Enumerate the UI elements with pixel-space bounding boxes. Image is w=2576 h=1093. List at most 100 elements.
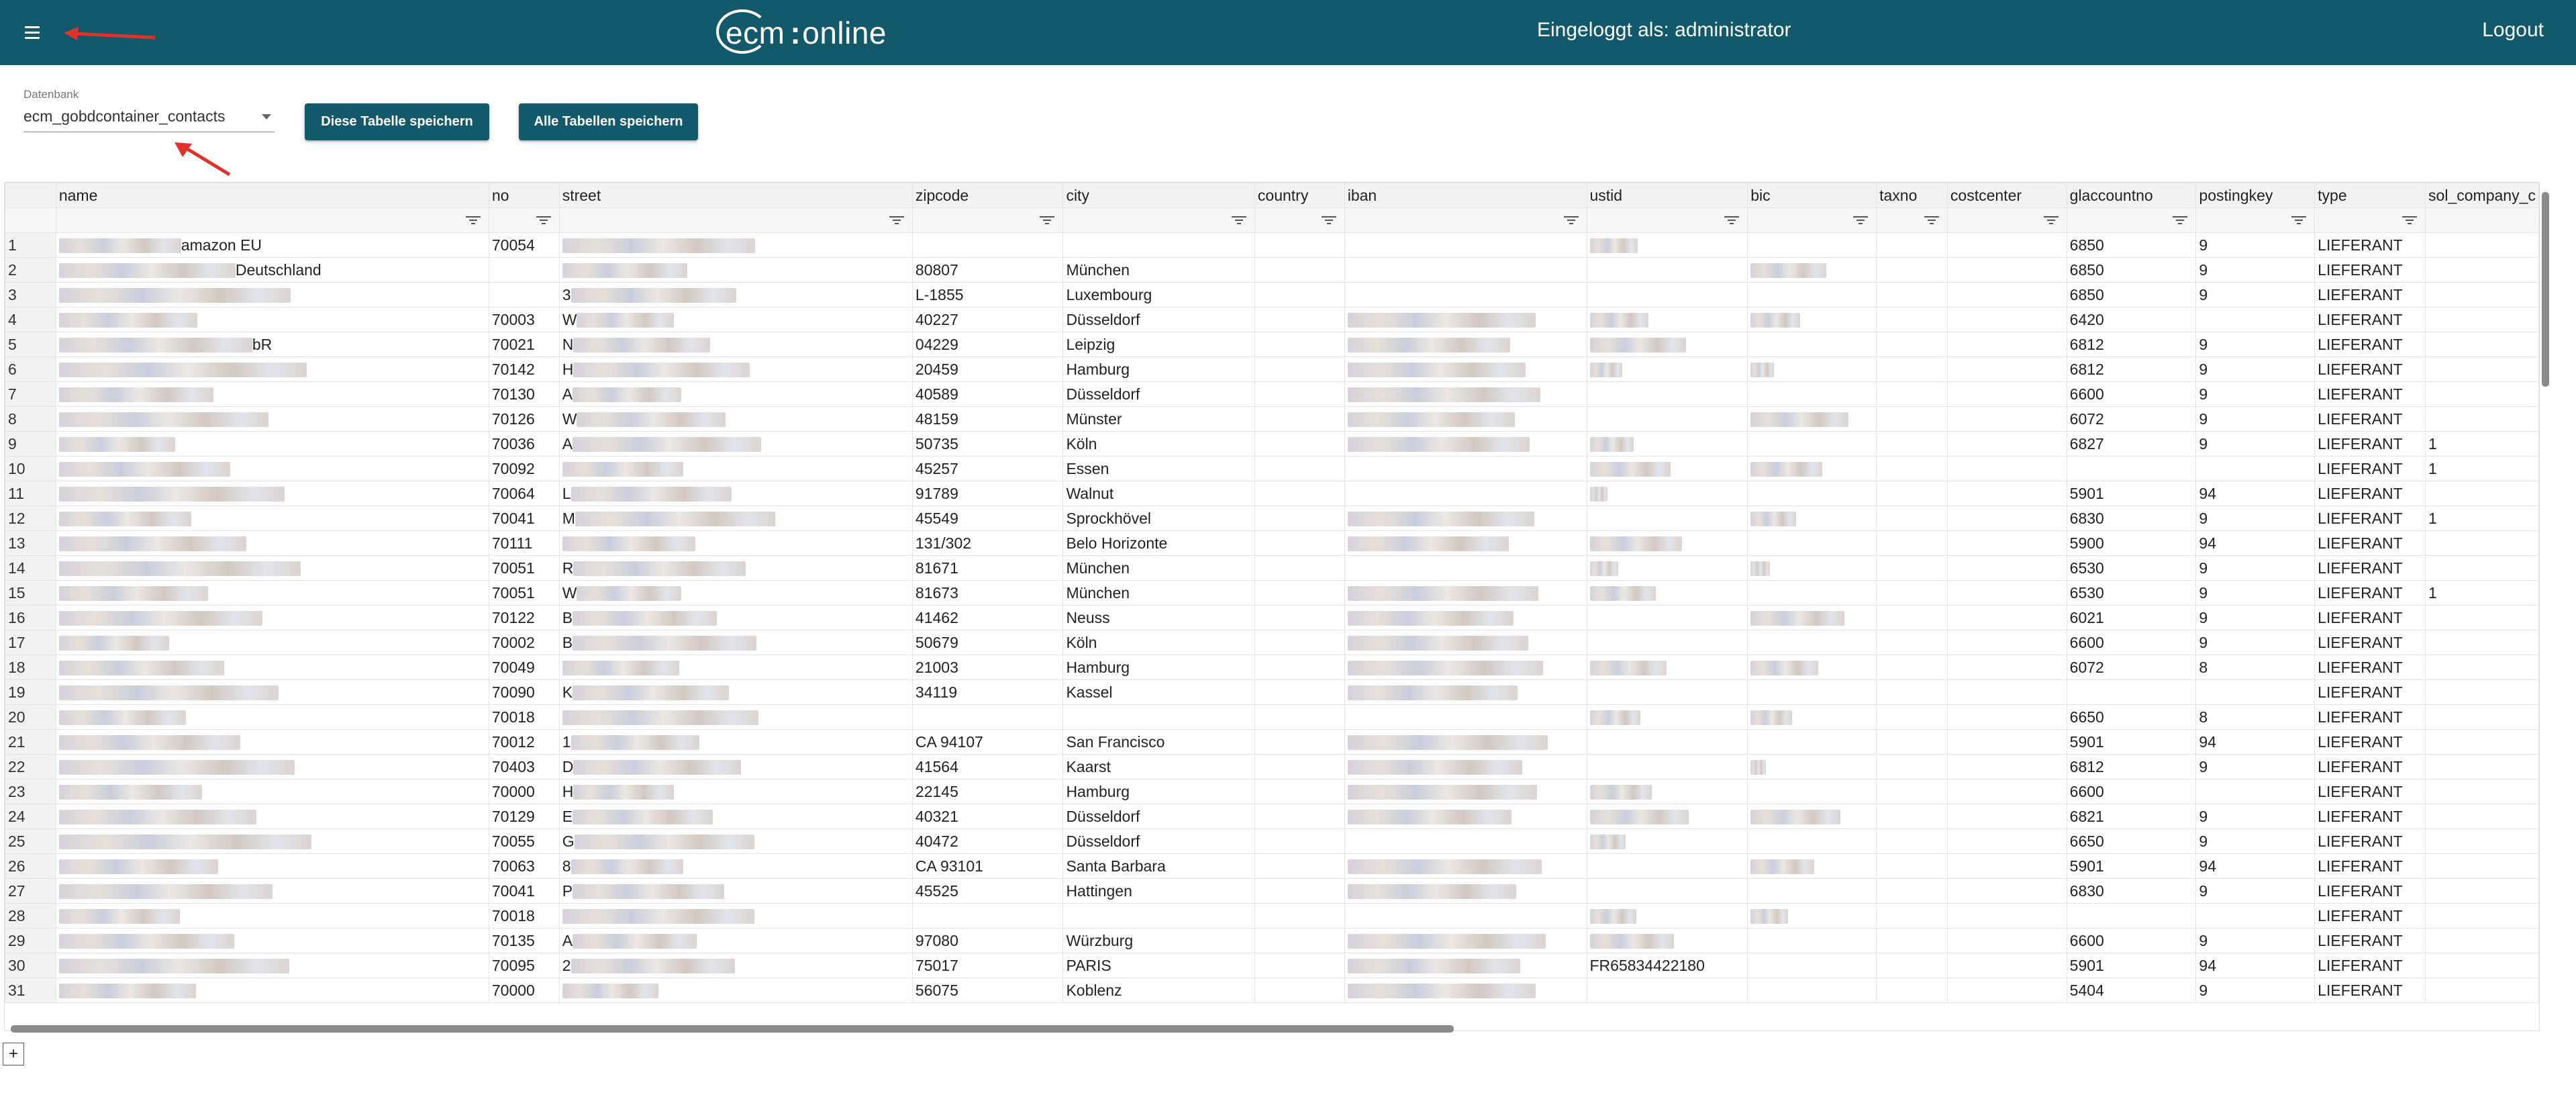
cell-bic[interactable]	[1747, 406, 1877, 432]
cell-country[interactable]	[1254, 828, 1345, 854]
cell-sol[interactable]	[2425, 232, 2539, 258]
cell-no[interactable]: 70003	[488, 307, 560, 332]
cell-city[interactable]: Walnut	[1062, 481, 1255, 506]
cell-bic[interactable]	[1747, 332, 1877, 357]
cell-glaccountno[interactable]: 5901	[2066, 853, 2197, 879]
cell-no[interactable]: 70054	[488, 232, 560, 258]
cell-postingkey[interactable]: 9	[2195, 580, 2316, 606]
cell-type[interactable]: LIEFERANT	[2314, 232, 2426, 258]
cell-street[interactable]: B	[558, 630, 913, 655]
column-header-bic[interactable]: bic	[1747, 183, 1877, 208]
cell-ustid[interactable]	[1586, 655, 1748, 680]
cell-postingkey[interactable]: 9	[2195, 878, 2316, 904]
cell-iban[interactable]	[1344, 655, 1587, 680]
cell-taxno[interactable]	[1876, 978, 1948, 1003]
table-row[interactable]: 19 70090 K 34119 Kassel LIEFERANT	[5, 679, 2539, 705]
cell-glaccountno[interactable]: 6830	[2066, 506, 2197, 531]
cell-country[interactable]	[1254, 481, 1345, 506]
cell-street[interactable]	[558, 978, 913, 1003]
cell-street[interactable]: A	[558, 381, 913, 407]
cell-zipcode[interactable]: 34119	[911, 679, 1064, 705]
cell-taxno[interactable]	[1876, 555, 1948, 581]
cell-no[interactable]: 70051	[488, 555, 560, 581]
cell-country[interactable]	[1254, 431, 1345, 457]
cell-taxno[interactable]	[1876, 928, 1948, 953]
cell-city[interactable]: Hamburg	[1062, 655, 1255, 680]
table-row[interactable]: 12 70041 M 45549 Sprockhövel 6830 9 LIEFERANT 1	[5, 506, 2539, 531]
cell-postingkey[interactable]: 9	[2195, 506, 2316, 531]
cell-taxno[interactable]	[1876, 530, 1948, 556]
cell-ustid[interactable]	[1586, 978, 1748, 1003]
cell-ustid[interactable]	[1586, 357, 1748, 382]
cell-street[interactable]: W	[558, 580, 913, 606]
cell-type[interactable]: LIEFERANT	[2314, 605, 2426, 630]
cell-street[interactable]: W	[558, 406, 913, 432]
cell-type[interactable]: LIEFERANT	[2314, 332, 2426, 357]
cell-ustid[interactable]	[1586, 555, 1748, 581]
table-row[interactable]: 29 70135 A 97080 Würzburg 6600 9 LIEFERANT	[5, 928, 2539, 953]
cell-name[interactable]	[55, 456, 489, 481]
cell-city[interactable]: Hamburg	[1062, 779, 1255, 804]
cell-type[interactable]: LIEFERANT	[2314, 655, 2426, 680]
cell-taxno[interactable]	[1876, 307, 1948, 332]
cell-country[interactable]	[1254, 357, 1345, 382]
cell-ustid[interactable]	[1586, 903, 1748, 929]
cell-costcenter[interactable]	[1946, 729, 2067, 755]
filter-icon[interactable]	[1563, 216, 1579, 225]
cell-no[interactable]: 70090	[488, 679, 560, 705]
cell-postingkey[interactable]: 94	[2195, 853, 2316, 879]
cell-costcenter[interactable]	[1946, 257, 2067, 283]
cell-glaccountno[interactable]: 6830	[2066, 878, 2197, 904]
cell-city[interactable]: Kassel	[1062, 679, 1255, 705]
cell-bic[interactable]	[1747, 232, 1877, 258]
cell-city[interactable]: Sprockhövel	[1062, 506, 1255, 531]
cell-type[interactable]: LIEFERANT	[2314, 282, 2426, 307]
cell-name[interactable]	[55, 804, 489, 829]
cell-street[interactable]: 8	[558, 853, 913, 879]
cell-zipcode[interactable]: L-1855	[911, 282, 1064, 307]
cell-postingkey[interactable]	[2195, 779, 2316, 804]
cell-costcenter[interactable]	[1946, 357, 2067, 382]
cell-zipcode[interactable]: 56075	[911, 978, 1064, 1003]
cell-costcenter[interactable]	[1946, 928, 2067, 953]
column-header-zipcode[interactable]: zipcode	[911, 183, 1064, 208]
cell-country[interactable]	[1254, 232, 1345, 258]
cell-bic[interactable]	[1747, 953, 1877, 978]
cell-postingkey[interactable]: 94	[2195, 530, 2316, 556]
cell-costcenter[interactable]	[1946, 779, 2067, 804]
cell-bic[interactable]	[1747, 257, 1877, 283]
column-header-iban[interactable]: iban	[1344, 183, 1587, 208]
filter-cell-bic[interactable]	[1747, 207, 1877, 233]
cell-postingkey[interactable]: 9	[2195, 282, 2316, 307]
table-row[interactable]: 18 70049 21003 Hamburg 6072 8 LIEFERANT	[5, 655, 2539, 680]
cell-sol[interactable]	[2425, 630, 2539, 655]
cell-iban[interactable]	[1344, 779, 1587, 804]
cell-name[interactable]	[55, 878, 489, 904]
cell-glaccountno[interactable]: 6650	[2066, 704, 2197, 730]
cell-glaccountno[interactable]: 6021	[2066, 605, 2197, 630]
cell-name[interactable]	[55, 381, 489, 407]
cell-street[interactable]: A	[558, 928, 913, 953]
cell-type[interactable]: LIEFERANT	[2314, 431, 2426, 457]
cell-bic[interactable]	[1747, 655, 1877, 680]
cell-country[interactable]	[1254, 953, 1345, 978]
cell-sol[interactable]	[2425, 928, 2539, 953]
cell-country[interactable]	[1254, 605, 1345, 630]
cell-sol[interactable]: 1	[2425, 506, 2539, 531]
cell-street[interactable]	[558, 704, 913, 730]
cell-type[interactable]: LIEFERANT	[2314, 754, 2426, 779]
cell-ustid[interactable]	[1586, 282, 1748, 307]
cell-bic[interactable]	[1747, 431, 1877, 457]
filter-icon[interactable]	[2402, 216, 2418, 225]
cell-costcenter[interactable]	[1946, 580, 2067, 606]
cell-iban[interactable]	[1344, 953, 1587, 978]
cell-iban[interactable]	[1344, 332, 1587, 357]
cell-zipcode[interactable]: 81673	[911, 580, 1064, 606]
cell-country[interactable]	[1254, 555, 1345, 581]
cell-no[interactable]: 70051	[488, 580, 560, 606]
cell-costcenter[interactable]	[1946, 878, 2067, 904]
filter-cell-glaccountno[interactable]	[2066, 207, 2197, 233]
table-row[interactable]: 2 Deutschland 80807 München 6850 9 LIEFERANT	[5, 257, 2539, 283]
cell-no[interactable]: 70126	[488, 406, 560, 432]
cell-bic[interactable]	[1747, 679, 1877, 705]
